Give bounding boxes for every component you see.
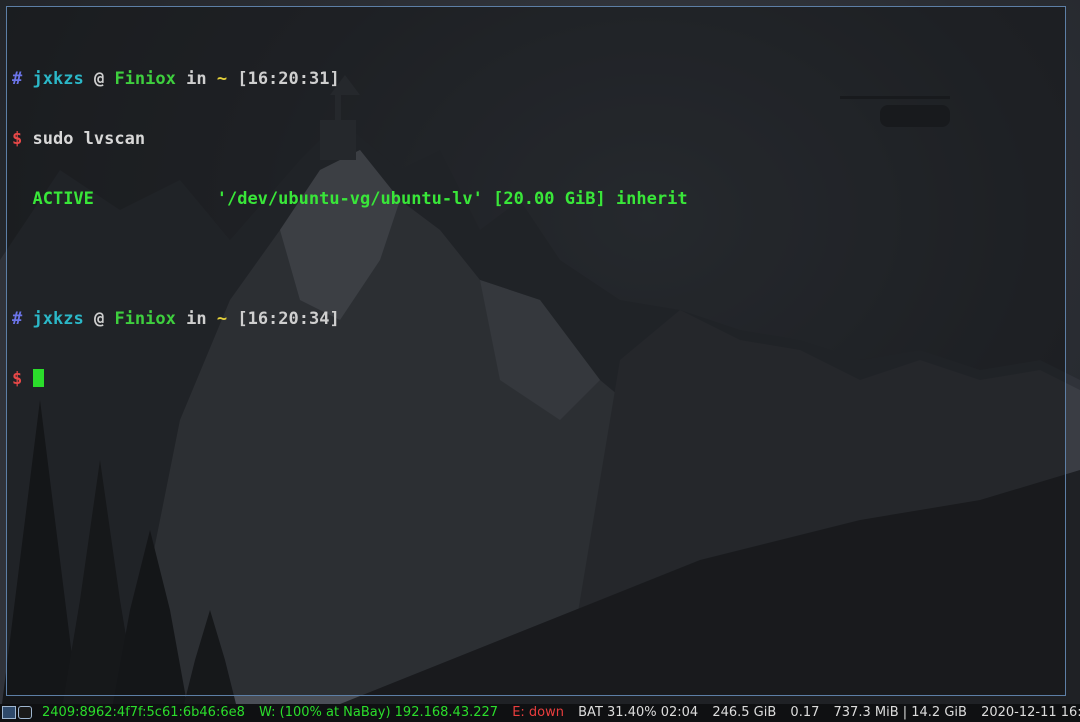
prompt-dollar: $ [12, 129, 23, 149]
status-bar: 2409:8962:4f7f:5c61:6b46:6e8 W: (100% at… [0, 704, 1080, 722]
prompt-dir: ~ [216, 69, 228, 89]
terminal-cursor[interactable] [32, 369, 44, 387]
terminal-output: # jxkzs @ Finiox in ~ [16:20:31] $ sudo … [12, 29, 688, 429]
battery-status: BAT 31.40% 02:04 [578, 705, 699, 720]
wifi-status: W: (100% at NaBay) 192.168.43.227 [259, 705, 499, 720]
camera-icon[interactable] [18, 706, 32, 719]
prompt-host: Finiox [114, 69, 176, 89]
prompt-dollar: $ [12, 369, 23, 389]
command-text: sudo lvscan [32, 129, 146, 149]
prompt-dir: ~ [216, 309, 228, 329]
terminal-window[interactable]: # jxkzs @ Finiox in ~ [16:20:31] $ sudo … [6, 6, 1066, 696]
prompt-time: [16:20:31] [237, 69, 340, 89]
prompt-time: [16:20:34] [237, 309, 340, 329]
lv-size: [20.00 GiB] [493, 189, 606, 209]
lv-status: ACTIVE [32, 189, 94, 209]
command-line-1: $ sudo lvscan [12, 129, 688, 149]
terminal-icon[interactable] [2, 706, 16, 719]
prompt-in: in [186, 309, 207, 329]
prompt-in: in [186, 69, 207, 89]
datetime: 2020-12-11 16:20:40 [981, 705, 1080, 720]
lv-path: '/dev/ubuntu-vg/ubuntu-lv' [216, 189, 483, 209]
prompt-host: Finiox [114, 309, 176, 329]
prompt-line-1: # jxkzs @ Finiox in ~ [16:20:31] [12, 69, 688, 89]
command-line-2[interactable]: $ [12, 369, 688, 389]
desktop: # jxkzs @ Finiox in ~ [16:20:31] $ sudo … [0, 0, 1080, 722]
lv-policy: inherit [615, 189, 688, 209]
prompt-user: jxkzs [32, 69, 84, 89]
ethernet-status: E: down [512, 705, 564, 720]
prompt-hash: # [12, 309, 23, 329]
prompt-line-2: # jxkzs @ Finiox in ~ [16:20:34] [12, 309, 688, 329]
prompt-at: @ [93, 69, 105, 89]
disk-free: 246.5 GiB [712, 705, 777, 720]
lvscan-output-line: ACTIVE '/dev/ubuntu-vg/ubuntu-lv' [20.00… [12, 189, 688, 209]
ipv6-address: 2409:8962:4f7f:5c61:6b46:6e8 [42, 705, 245, 720]
prompt-user: jxkzs [32, 309, 84, 329]
memory-usage: 737.3 MiB | 14.2 GiB [833, 705, 967, 720]
prompt-at: @ [93, 309, 105, 329]
load-average: 0.17 [790, 705, 820, 720]
prompt-hash: # [12, 69, 23, 89]
